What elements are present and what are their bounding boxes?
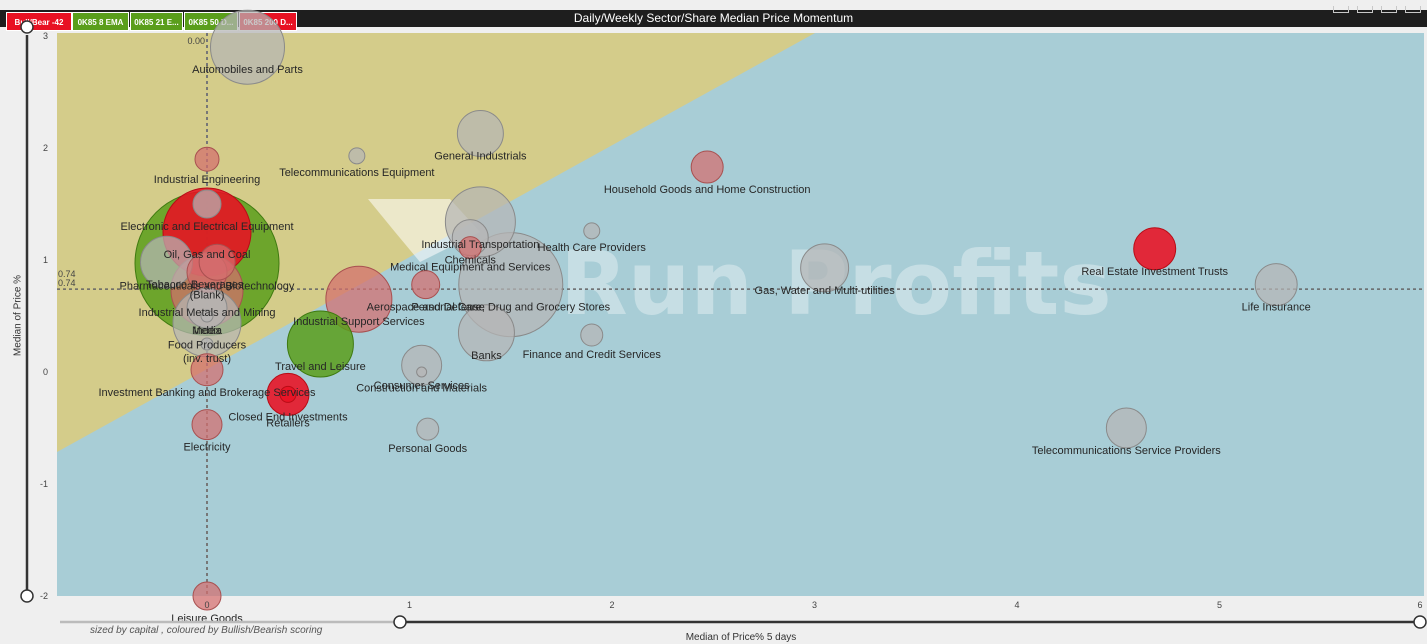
x-tick-label: 3 [812,600,817,610]
bubble[interactable] [580,323,604,347]
y-tick-label: 1 [43,255,48,265]
bubble[interactable] [1133,227,1177,271]
bubble-label: Travel and Leisure [275,361,366,373]
y-tick-label: 2 [43,143,48,153]
bubble-label: Industrial Metals and Mining [139,307,276,319]
bubble-label: Automobiles and Parts [192,64,303,76]
bubble-label: Tobacco [146,279,187,291]
y-tick-label: -1 [40,479,48,489]
bubble-label: Telecommunications Service Providers [1032,445,1221,457]
bubble[interactable] [690,150,724,184]
bubble-label: Retailers [266,417,310,429]
x-range-slider-handle-left[interactable] [393,615,407,629]
bubble-label: Oil, Gas and Coal [164,249,251,261]
y-tick-label: 0 [43,367,48,377]
x-tick-label: 2 [609,600,614,610]
x-axis-label: Median of Price% 5 days [685,632,797,643]
bubble[interactable] [192,189,222,219]
bubble-label: (Blank) [190,289,225,301]
bubble-label: Industrial Transportation [421,239,539,251]
bubble[interactable] [416,417,440,441]
bubble-label: Household Goods and Home Construction [604,184,811,196]
bubble[interactable] [416,366,428,378]
bubble-label: Medical Equipment and Services [390,262,551,274]
bubble-label: Industrial Support Services [293,316,425,328]
ref-line-label: 0.74 [58,278,76,288]
bubble[interactable] [348,147,366,165]
bubble-label: Banks [471,350,502,362]
bubble-label: Gas, Water and Multi-utilities [755,285,896,297]
bubble-label: Electricity [183,442,231,454]
bubble-label: Health Care Providers [538,242,647,254]
x-tick-label: 1 [407,600,412,610]
bubble-label: Industrial Engineering [154,174,260,186]
y-tick-label: 3 [43,31,48,41]
bubble-label: Life Insurance [1242,302,1311,314]
bubble-label: Consumer Services [374,380,470,392]
y-tick-label: -2 [40,591,48,601]
bubble[interactable] [1105,407,1147,449]
bubble-label: Food Producers [168,340,247,352]
bubble-label: Telecommunications Equipment [279,167,434,179]
bubble-label: (inv. trust) [183,353,231,365]
bubble-label: Electronic and Electrical Equipment [120,221,293,233]
x-range-slider-handle-right[interactable] [1413,615,1427,629]
ref-line-label: 0.00 [187,36,205,46]
bubble-label: Aerospace and Defense [367,302,485,314]
bubble-label: Index [194,325,221,337]
x-tick-label: 4 [1014,600,1019,610]
x-tick-label: 6 [1417,600,1422,610]
bubble[interactable] [194,146,220,172]
bubble-label: Finance and Credit Services [523,349,662,361]
x-tick-label: 5 [1217,600,1222,610]
bubble[interactable] [411,270,441,300]
bubble-label: Personal Goods [388,443,467,455]
bubble[interactable] [191,409,223,441]
bubble[interactable] [1254,263,1298,307]
y-range-slider-handle-top[interactable] [20,20,34,34]
y-range-slider-handle-bottom[interactable] [20,589,34,603]
bubble-label: Investment Banking and Brokerage Service… [98,387,316,399]
bubble-label: Real Estate Investment Trusts [1081,266,1228,278]
scatter-chart[interactable]: Run Profits 0.740.740.00 Automobiles and… [0,0,1427,644]
bubble[interactable] [583,222,601,240]
bubble-label: General Industrials [434,150,527,162]
y-axis-label: Median of Price % [12,274,24,357]
x-tick-label: 0 [204,600,209,610]
